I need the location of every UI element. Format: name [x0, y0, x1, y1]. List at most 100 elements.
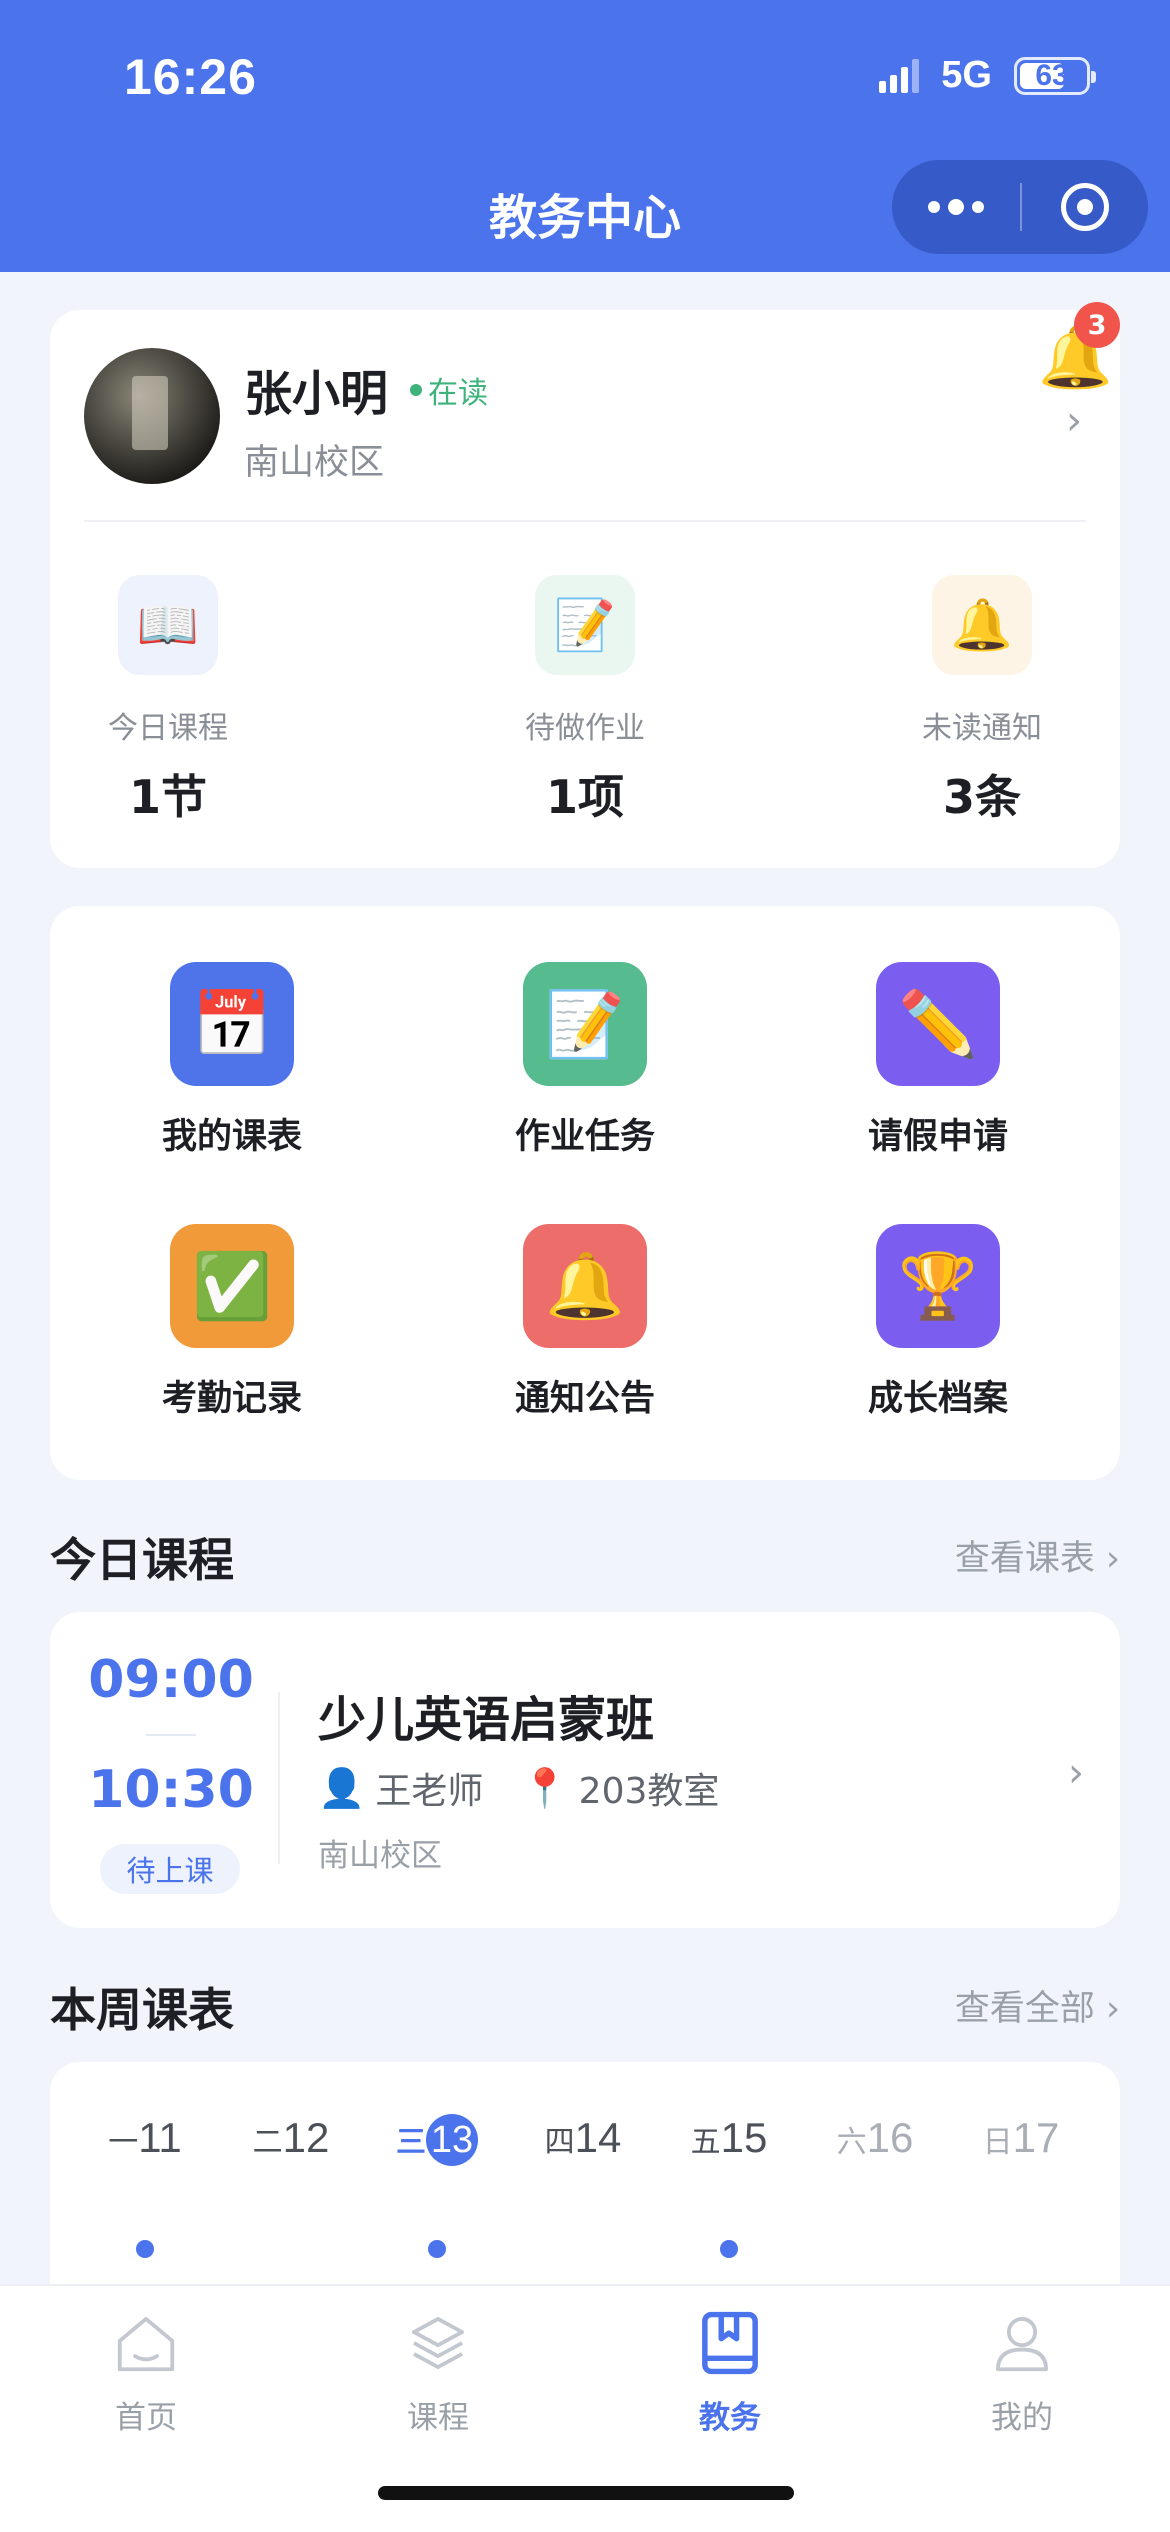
- time-separator: [146, 1734, 196, 1736]
- date-label: 11: [138, 2114, 182, 2161]
- menu-notices[interactable]: 🔔 通知公告: [435, 1224, 735, 1421]
- layers-icon: [412, 2317, 464, 2369]
- menu-leave-request[interactable]: ✏️ 请假申请: [788, 962, 1088, 1159]
- course-campus: 南山校区: [318, 1838, 442, 1874]
- student-name: 张小明: [244, 366, 389, 422]
- stat-pending-homework[interactable]: 📝 待做作业 1项: [467, 575, 703, 827]
- chevron-right-icon[interactable]: ›: [1066, 398, 1082, 444]
- course-card[interactable]: 09:00 10:30 待上课 少儿英语启蒙班 👤 王老师 📍 203教室 南山…: [50, 1612, 1120, 1928]
- course-meta: 👤 王老师 📍 203教室: [318, 1762, 719, 1814]
- tab-courses[interactable]: 课程: [292, 2308, 584, 2437]
- stat-value: 1节: [128, 770, 207, 824]
- tab-label: 首页: [115, 2400, 177, 2436]
- bell-icon: 🔔: [523, 1224, 647, 1348]
- memo-icon: 📝: [535, 575, 635, 675]
- bell-icon: 🔔: [932, 575, 1032, 675]
- day-mon[interactable]: 一11: [72, 2114, 218, 2162]
- notification-bell[interactable]: 🔔 3: [1038, 302, 1120, 400]
- weekday-label: 六: [836, 2125, 867, 2160]
- campus-label: 南山校区: [244, 443, 385, 483]
- battery-level: 63: [1035, 58, 1069, 92]
- weekday-label: 日: [982, 2125, 1013, 2160]
- menu-growth-record[interactable]: 🏆 成长档案: [788, 1224, 1088, 1421]
- online-dot-icon: [410, 384, 422, 396]
- menu-label: 请假申请: [867, 1117, 1008, 1157]
- avatar[interactable]: [84, 348, 220, 484]
- date-label: 17: [1012, 2114, 1060, 2161]
- tab-label: 我的: [991, 2400, 1053, 2436]
- status-icons: 5G 63: [879, 54, 1096, 97]
- stat-value: 1项: [545, 770, 624, 824]
- date-label: 14: [574, 2114, 622, 2161]
- feature-grid: 📅 我的课表 📝 作业任务 ✏️ 请假申请 ✅ 考勤记录 🔔 通知公告 🏆 成长…: [50, 906, 1120, 1480]
- book-bookmark-icon: [702, 2311, 758, 2375]
- view-schedule-link[interactable]: 查看课表 ›: [955, 1530, 1120, 1581]
- calendar-icon: 📅: [170, 962, 294, 1086]
- more-dots-icon[interactable]: [892, 160, 1020, 254]
- profile-card[interactable]: 张小明 在读 南山校区 🔔 3 › 📖 今日课程 1节 📝 待做作业 1项 🔔 …: [50, 302, 1120, 868]
- menu-my-schedule[interactable]: 📅 我的课表: [82, 962, 382, 1159]
- date-label: 12: [282, 2114, 330, 2161]
- menu-label: 考勤记录: [161, 1379, 302, 1419]
- memo-icon: 📝: [523, 962, 647, 1086]
- teacher-name: 王老师: [375, 1771, 484, 1812]
- tab-label: 教务: [699, 2400, 761, 2436]
- date-label: 13: [426, 2114, 478, 2166]
- check-icon: ✅: [170, 1224, 294, 1348]
- menu-attendance[interactable]: ✅ 考勤记录: [82, 1224, 382, 1421]
- target-close-icon[interactable]: [1022, 183, 1148, 231]
- menu-label: 作业任务: [514, 1117, 655, 1157]
- status-time: 16:26: [124, 49, 257, 105]
- menu-homework[interactable]: 📝 作业任务: [435, 962, 735, 1159]
- book-icon: 📖: [118, 575, 218, 675]
- network-label: 5G: [941, 54, 992, 96]
- mini-program-capsule: [892, 160, 1148, 254]
- tab-label: 课程: [407, 2400, 469, 2436]
- menu-label: 成长档案: [867, 1379, 1008, 1419]
- day-sun[interactable]: 日17: [948, 2114, 1094, 2162]
- divider: [84, 520, 1086, 522]
- menu-label: 通知公告: [514, 1379, 655, 1419]
- day-tue[interactable]: 二12: [218, 2114, 364, 2162]
- date-label: 16: [866, 2114, 914, 2161]
- stat-unread-notices[interactable]: 🔔 未读通知 3条: [864, 575, 1100, 827]
- course-status-badge: 待上课: [100, 1844, 240, 1894]
- weekday-label: 三: [396, 2125, 426, 2160]
- stat-value: 3条: [942, 770, 1021, 824]
- stat-label: 待做作业: [525, 711, 645, 746]
- stat-label: 今日课程: [108, 711, 228, 746]
- weekday-label: 二: [252, 2125, 283, 2160]
- status-badge: 在读: [410, 368, 488, 412]
- day-thu[interactable]: 四14: [510, 2114, 656, 2162]
- status-text: 在读: [428, 376, 488, 411]
- location-pin-icon: 📍: [521, 1765, 569, 1810]
- signal-icon: [879, 58, 920, 93]
- class-dot-icon: [428, 2240, 446, 2258]
- week-schedule-card: 一11 二12 三 13 四14 五15 六16 日17: [50, 2062, 1120, 2322]
- tab-mine[interactable]: 我的: [876, 2308, 1168, 2437]
- weekday-label: 一: [108, 2125, 139, 2160]
- tab-home[interactable]: 首页: [0, 2308, 292, 2437]
- stat-label: 未读通知: [922, 711, 1042, 746]
- day-sat[interactable]: 六16: [802, 2114, 948, 2162]
- home-icon: [117, 2317, 175, 2372]
- stat-today-courses[interactable]: 📖 今日课程 1节: [50, 575, 286, 827]
- course-start-time: 09:00: [88, 1650, 254, 1710]
- tab-academic[interactable]: 教务: [584, 2308, 876, 2437]
- pencil-icon: ✏️: [876, 962, 1000, 1086]
- notification-badge: 3: [1074, 302, 1120, 348]
- home-indicator[interactable]: [378, 2486, 794, 2500]
- weekday-label: 四: [544, 2125, 575, 2160]
- teacher-icon: 👤: [318, 1765, 366, 1810]
- day-wed[interactable]: 三 13: [364, 2114, 510, 2166]
- weekday-label: 五: [690, 2125, 721, 2160]
- course-end-time: 10:30: [88, 1760, 254, 1820]
- course-name: 少儿英语启蒙班: [318, 1692, 655, 1748]
- day-fri[interactable]: 五15: [656, 2114, 802, 2162]
- user-icon: [996, 2317, 1048, 2372]
- trophy-icon: 🏆: [876, 1224, 1000, 1348]
- chevron-right-icon[interactable]: ›: [1068, 1750, 1084, 1796]
- header: 16:26 5G 63 教务中心: [0, 0, 1170, 272]
- class-dot-icon: [720, 2240, 738, 2258]
- view-all-link[interactable]: 查看全部 ›: [955, 1980, 1120, 2031]
